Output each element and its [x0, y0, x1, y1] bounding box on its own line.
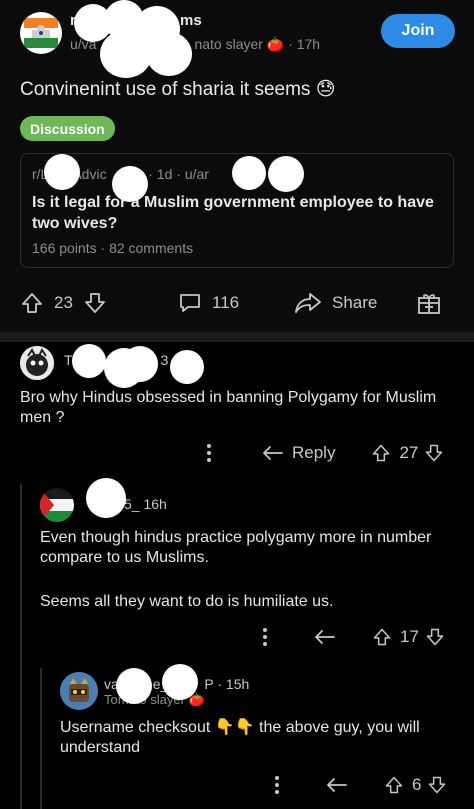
more-options-icon[interactable] — [274, 775, 280, 795]
sweat-emoji-icon: 😓 — [315, 79, 336, 100]
gift-award-icon — [416, 290, 442, 316]
thread-line[interactable] — [40, 668, 42, 809]
upvote-icon[interactable] — [384, 775, 404, 795]
comment-text: Even though hindus practice polygamy mor… — [40, 529, 432, 566]
thread-line[interactable] — [20, 484, 22, 809]
comment-age: 16h — [143, 496, 167, 512]
reply-label: Reply — [292, 443, 336, 462]
redaction-mark — [86, 478, 126, 518]
comment-count: 116 — [212, 293, 240, 312]
downvote-icon[interactable] — [83, 291, 107, 315]
comment-age: 15h — [225, 676, 250, 692]
join-button[interactable]: Join — [381, 14, 455, 48]
tomato-icon: 🍅 — [266, 36, 285, 52]
post-card: r/ms u/vanato slayer 🍅 · 17h Join Convin… — [0, 0, 474, 332]
post-score: 23 — [54, 293, 73, 312]
downvote-icon[interactable] — [427, 775, 447, 795]
crosspost-stats: 166 points · 82 comments — [32, 240, 194, 256]
comment-actions: 17 — [262, 622, 462, 652]
more-options-icon[interactable] — [262, 627, 268, 647]
upvote-icon[interactable] — [372, 627, 392, 647]
comment-score: 17 — [400, 627, 419, 646]
reply-arrow-icon — [262, 444, 284, 462]
section-divider — [0, 332, 474, 342]
share-label: Share — [332, 293, 378, 312]
comment-actions: Reply 27 — [204, 438, 464, 468]
redaction-mark — [100, 30, 152, 78]
redaction-mark — [44, 154, 80, 190]
downvote-icon[interactable] — [425, 627, 445, 647]
comment-avatar[interactable] — [20, 346, 54, 380]
redaction-mark — [72, 344, 106, 378]
comment-avatar[interactable] — [40, 488, 74, 522]
subreddit-avatar[interactable] — [20, 12, 62, 54]
comment-actions: 6 — [274, 770, 464, 800]
redaction-mark — [112, 166, 148, 202]
comment-score: 27 — [399, 443, 419, 462]
award-button[interactable] — [416, 286, 442, 320]
reply-arrow-icon[interactable] — [326, 776, 348, 794]
redaction-mark — [268, 156, 304, 192]
crosspost-title: Is it legal for a Muslim government empl… — [32, 194, 434, 232]
post-flair-tag[interactable]: Discussion — [20, 116, 115, 141]
redaction-mark — [162, 664, 198, 700]
comments-button[interactable]: 116 — [178, 286, 239, 320]
more-options-icon[interactable] — [206, 443, 212, 463]
redaction-mark — [122, 346, 158, 382]
post-vote-group: 23 — [20, 286, 107, 320]
reply-arrow-icon[interactable] — [314, 628, 336, 646]
comment-score: 6 — [412, 775, 422, 794]
comment-text: Seems all they want to do is humiliate u… — [40, 593, 334, 610]
comment-avatar[interactable] — [60, 672, 98, 710]
reply-button[interactable]: Reply — [262, 443, 335, 463]
upvote-icon[interactable] — [371, 443, 391, 463]
post-title[interactable]: Convinenint use of sharia it seems 😓 — [20, 78, 336, 101]
redaction-mark — [116, 668, 152, 704]
downvote-icon[interactable] — [424, 443, 444, 463]
share-button[interactable]: Share — [294, 286, 377, 320]
comment-text: Bro why Hindus obsessed in banning Polyg… — [20, 389, 437, 426]
share-arrow-icon — [294, 291, 322, 315]
post-action-bar: 23 116 Share — [0, 286, 474, 320]
redaction-mark — [170, 350, 204, 384]
post-age: 17h — [296, 36, 321, 52]
redaction-mark — [232, 156, 266, 190]
comment-bubble-icon — [178, 291, 202, 315]
upvote-icon[interactable] — [20, 291, 44, 315]
redaction-mark — [146, 32, 192, 76]
comment-text: Username checksout 👇👇 the above guy, you… — [60, 719, 420, 756]
author-flair: nato slayer — [194, 36, 263, 52]
